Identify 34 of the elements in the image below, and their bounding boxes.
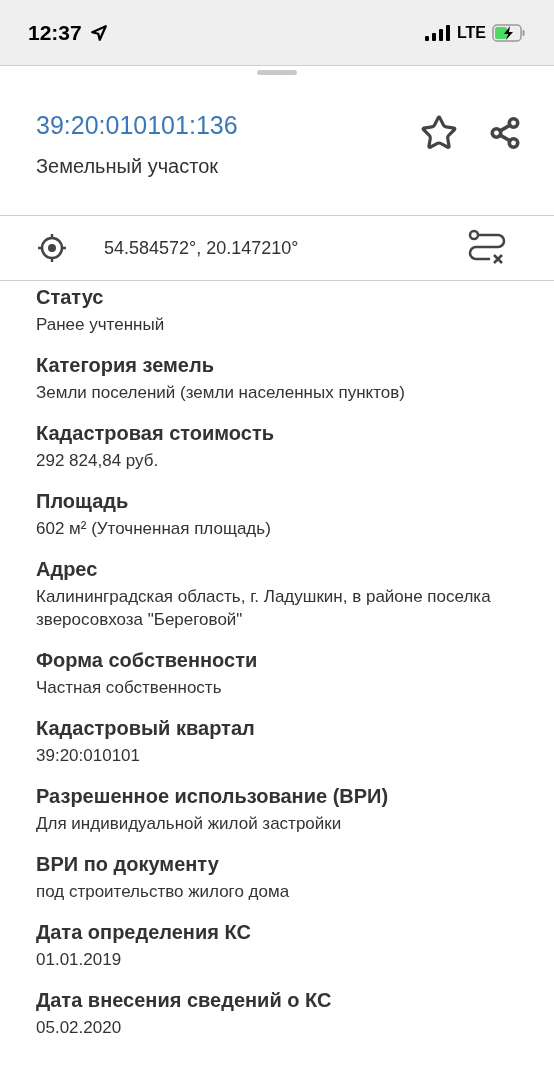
field-value: 05.02.2020 bbox=[36, 1017, 123, 1039]
field-label: Адрес bbox=[36, 557, 99, 581]
field-value: Калининградская область, г. Ладушкин, в районе поселка зверосовхоза "Береговой" bbox=[36, 586, 492, 631]
field-value: 292 824,84 руб. bbox=[36, 450, 160, 472]
field-label: Статус bbox=[36, 285, 105, 309]
cadastral-number: 39:20:010101:136 bbox=[36, 110, 238, 140]
share-button[interactable] bbox=[488, 116, 522, 150]
favorite-button[interactable] bbox=[420, 114, 458, 152]
field-label: Разрешенное использование (ВРИ) bbox=[36, 784, 390, 808]
drag-handle[interactable] bbox=[257, 70, 297, 75]
field-value: под строительство жилого дома bbox=[36, 881, 291, 903]
field-value: Земли поселений (земли населенных пунктов) bbox=[36, 382, 406, 404]
field-label: Форма собственности bbox=[36, 648, 259, 672]
field-value: Для индивидуальной жилой застройки bbox=[36, 813, 343, 835]
field-value: 39:20:010101 bbox=[36, 745, 141, 767]
field-value: Частная собственность bbox=[36, 677, 223, 699]
field-label: Дата внесения сведений о КС bbox=[36, 988, 333, 1012]
network-label: LTE bbox=[456, 22, 486, 43]
field-value: Ранее учтенный bbox=[36, 314, 166, 336]
field-label: Дата определения КС bbox=[36, 920, 252, 944]
field-label: Кадастровый квартал bbox=[36, 716, 256, 740]
coordinates: 54.584572°, 20.147210° bbox=[104, 236, 299, 260]
field-label: Кадастровая стоимость bbox=[36, 421, 275, 445]
field-value: 01.01.2019 bbox=[36, 949, 123, 971]
clock: 12:37 bbox=[28, 19, 82, 46]
field-value: 602 м² (Уточненная площадь) bbox=[36, 518, 272, 540]
signal-icon bbox=[424, 24, 451, 41]
field-label: Площадь bbox=[36, 489, 130, 513]
battery-icon bbox=[492, 23, 526, 42]
object-type: Земельный участок bbox=[36, 154, 219, 178]
target-icon[interactable] bbox=[36, 232, 68, 264]
field-label: Категория земель bbox=[36, 353, 215, 377]
field-label: ВРИ по документу bbox=[36, 852, 220, 876]
location-arrow-icon bbox=[89, 23, 108, 42]
